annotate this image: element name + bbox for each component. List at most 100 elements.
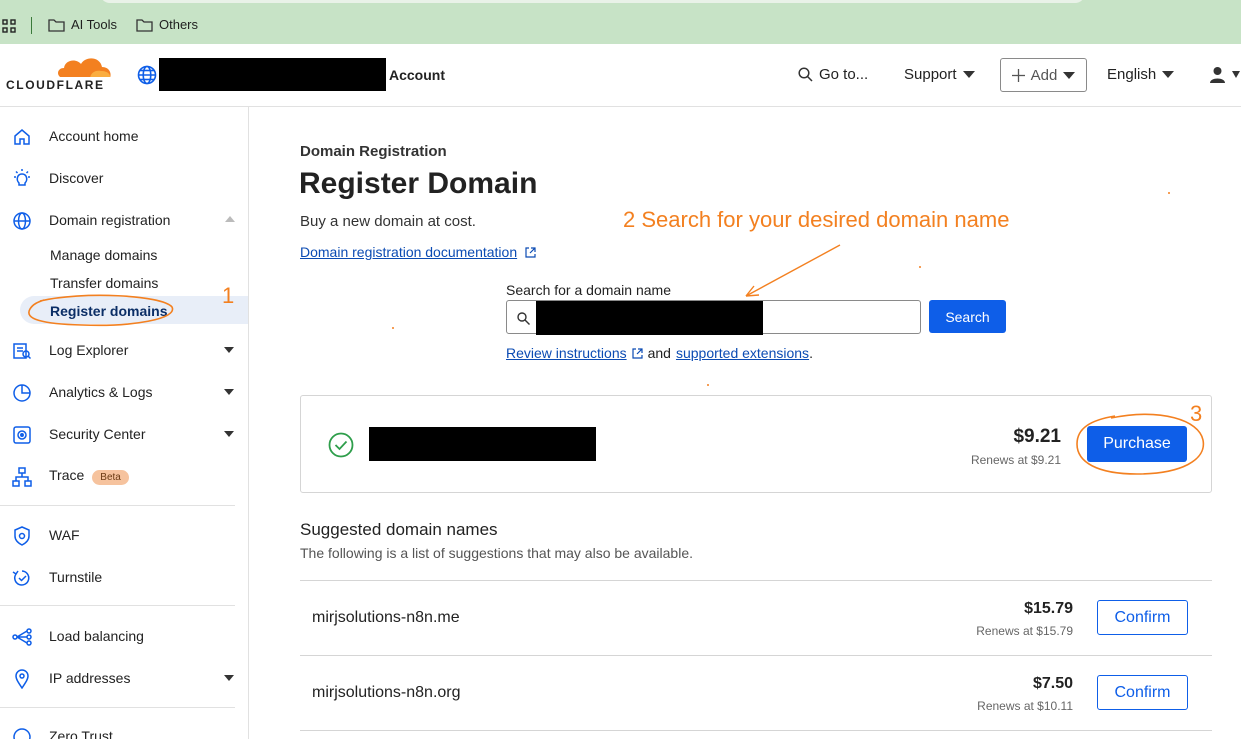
- confirm-button[interactable]: Confirm: [1097, 600, 1188, 635]
- goto-button[interactable]: Go to...: [798, 66, 868, 83]
- chevron-down-icon: [224, 389, 234, 395]
- annotation-dot: [1168, 192, 1170, 194]
- sidebar-item-log-explorer[interactable]: Log Explorer: [0, 335, 248, 365]
- beta-badge: Beta: [92, 470, 129, 485]
- sidebar-item-label: Turnstile: [49, 569, 103, 585]
- chevron-down-icon: [1162, 71, 1175, 78]
- bookmark-label: Others: [159, 17, 199, 32]
- sidebar-sub-item-manage-domains[interactable]: Manage domains: [50, 247, 157, 263]
- plus-icon: [1011, 68, 1025, 82]
- external-link-icon: [632, 347, 643, 359]
- sidebar-item-turnstile[interactable]: Turnstile: [0, 562, 248, 592]
- bookmark-label: AI Tools: [71, 17, 118, 32]
- sidebar-item-discover[interactable]: Discover: [0, 163, 248, 193]
- suggestion-domain: mirjsolutions-n8n.me: [312, 609, 460, 626]
- bookmark-others[interactable]: Others: [136, 17, 198, 32]
- security-center-icon: [13, 426, 31, 444]
- language-label: English: [1107, 66, 1157, 83]
- sidebar-item-analytics-logs[interactable]: Analytics & Logs: [0, 377, 248, 407]
- search-icon: [798, 67, 813, 82]
- add-label: Add: [1030, 66, 1058, 84]
- account-label[interactable]: Account: [389, 67, 445, 83]
- lightbulb-icon: [14, 169, 30, 186]
- suggestion-row: mirjsolutions-n8n.me $15.79 Renews at $1…: [300, 580, 1212, 655]
- home-icon: [14, 129, 30, 145]
- sidebar-item-account-home[interactable]: Account home: [0, 121, 248, 151]
- waf-icon: [14, 526, 30, 546]
- suggestion-renews: Renews at $15.79: [976, 624, 1073, 638]
- annotation-dot: [707, 384, 709, 386]
- chevron-down-icon: [224, 347, 234, 353]
- search-button[interactable]: Search: [929, 300, 1006, 333]
- support-menu[interactable]: Support: [904, 66, 975, 83]
- add-button[interactable]: Add: [1000, 58, 1087, 92]
- language-menu[interactable]: English: [1107, 66, 1175, 83]
- sidebar-item-label: Analytics & Logs: [49, 384, 153, 400]
- annotation-circle-purchase: [1076, 413, 1205, 475]
- sidebar-item-label: Trace: [49, 467, 85, 483]
- support-label: Support: [904, 66, 957, 83]
- folder-icon: [48, 18, 65, 32]
- chevron-down-icon: [962, 71, 975, 78]
- annotation-circle-register: [28, 294, 174, 327]
- redacted-account-name: [159, 58, 386, 91]
- suggestion-domain: mirjsolutions-n8n.org: [312, 684, 461, 701]
- user-menu[interactable]: [1209, 66, 1240, 83]
- address-bar-edge: [100, 0, 1085, 3]
- top-header: CLOUDFLARE Account Go to... Support Add …: [0, 44, 1241, 107]
- domain-result-card: $9.21 Renews at $9.21 Purchase: [300, 395, 1212, 493]
- log-explorer-icon: [13, 343, 32, 360]
- sidebar-item-label: Account home: [49, 128, 139, 144]
- chevron-up-icon: [225, 216, 235, 222]
- main-content: Domain Registration Register Domain Buy …: [250, 107, 1241, 739]
- apps-grid-icon[interactable]: [2, 19, 16, 33]
- page-eyebrow: Domain Registration: [300, 143, 447, 160]
- sidebar-item-domain-registration[interactable]: Domain registration: [0, 205, 248, 235]
- confirm-button[interactable]: Confirm: [1097, 675, 1188, 710]
- sidebar-item-label: WAF: [49, 527, 80, 543]
- sidebar-sub-item-transfer-domains[interactable]: Transfer domains: [50, 275, 158, 291]
- sidebar-item-trace[interactable]: Trace Beta: [0, 461, 248, 491]
- bookmark-ai-tools[interactable]: AI Tools: [48, 17, 117, 32]
- documentation-link[interactable]: Domain registration documentation: [300, 244, 536, 260]
- domain-search-input[interactable]: [506, 300, 921, 335]
- sidebar-item-ip-addresses[interactable]: IP addresses: [0, 663, 248, 693]
- trace-icon: [12, 467, 32, 487]
- sidebar-item-label: Zero Trust: [49, 728, 113, 739]
- suggestion-renews: Renews at $10.11: [977, 699, 1073, 713]
- sidebar-divider: [0, 505, 235, 506]
- suggestions-subtitle: The following is a list of suggestions t…: [300, 545, 693, 561]
- redacted-domain-name: [369, 427, 596, 461]
- suggestion-row-divider: [300, 730, 1212, 739]
- review-instructions-link[interactable]: Review instructions: [506, 345, 627, 361]
- ip-addresses-icon: [15, 669, 29, 689]
- annotation-dot: [919, 266, 921, 268]
- bookmarks-separator: [31, 17, 32, 34]
- sidebar-item-load-balancing[interactable]: Load balancing: [0, 621, 248, 651]
- sidebar-item-zero-trust[interactable]: Zero Trust: [0, 721, 248, 739]
- supported-extensions-link[interactable]: supported extensions: [676, 345, 809, 361]
- search-label: Search for a domain name: [506, 282, 671, 298]
- annotation-dot: [392, 327, 394, 329]
- documentation-link-label: Domain registration documentation: [300, 244, 518, 260]
- sidebar-item-waf[interactable]: WAF: [0, 520, 248, 550]
- page-title: Register Domain: [299, 167, 538, 200]
- search-icon: [517, 312, 530, 325]
- cloudflare-logo[interactable]: CLOUDFLARE: [6, 54, 114, 96]
- annotation-step-2: 2 Search for your desired domain name: [623, 207, 1010, 232]
- load-balancing-icon: [12, 628, 32, 646]
- result-price: $9.21: [1013, 426, 1061, 447]
- review-period: .: [809, 345, 813, 361]
- review-links: Review instructions and supported extens…: [506, 345, 813, 361]
- sidebar-item-security-center[interactable]: Security Center: [0, 419, 248, 449]
- sidebar-item-label-trace: Trace Beta: [49, 467, 129, 485]
- check-circle-icon: [328, 432, 354, 458]
- annotation-step-3: 3: [1190, 401, 1203, 426]
- bookmarks-bar: AI Tools Others: [0, 0, 1241, 44]
- chevron-down-icon: [1232, 71, 1240, 78]
- sidebar: Account home Discover Domain registratio…: [0, 107, 249, 739]
- sidebar-item-label: Security Center: [49, 426, 146, 442]
- chevron-down-icon: [1063, 71, 1076, 79]
- sidebar-item-label: IP addresses: [49, 670, 131, 686]
- annotation-arrow: [745, 244, 841, 297]
